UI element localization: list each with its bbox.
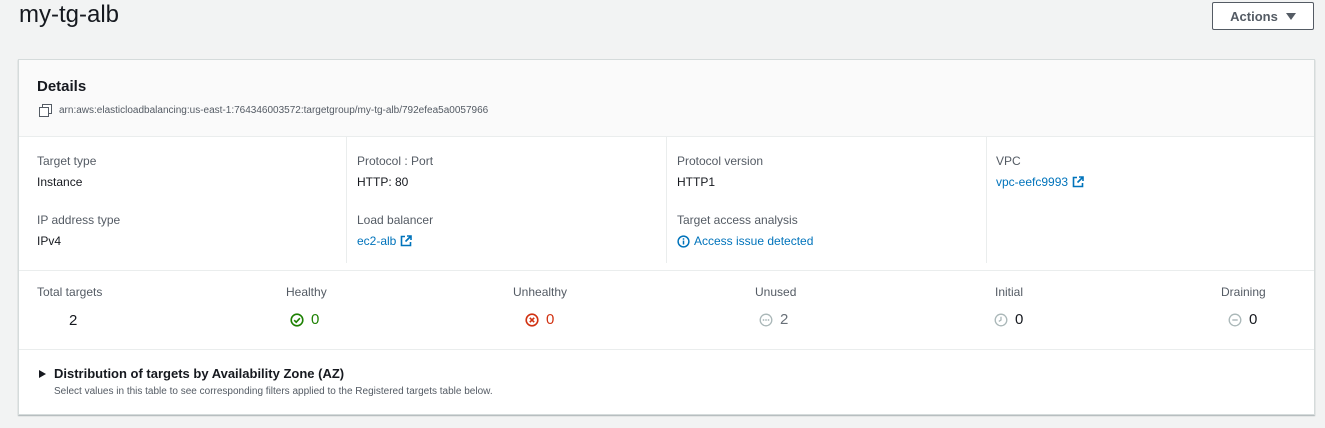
target-type-label: Target type bbox=[37, 154, 97, 168]
details-header: Details arn:aws:elasticloadbalancing:us-… bbox=[19, 60, 1314, 137]
total-targets-value: 2 bbox=[69, 312, 78, 329]
initial-value[interactable]: 0 bbox=[994, 311, 1023, 328]
minus-circle-icon bbox=[1228, 313, 1242, 326]
load-balancer-label: Load balancer bbox=[357, 213, 434, 227]
draining-count: 0 bbox=[1249, 311, 1258, 328]
unused-value[interactable]: 2 bbox=[759, 311, 788, 328]
external-link-icon bbox=[1072, 176, 1084, 188]
unhealthy-label: Unhealthy bbox=[513, 285, 568, 299]
unused-count: 2 bbox=[780, 311, 789, 328]
load-balancer-link[interactable]: ec2-alb bbox=[357, 234, 413, 248]
vpc-link[interactable]: vpc-eefc9993 bbox=[996, 175, 1084, 189]
initial-label: Initial bbox=[995, 285, 1024, 299]
healthy-value[interactable]: 0 bbox=[290, 311, 319, 328]
healthy-count: 0 bbox=[311, 311, 320, 328]
check-circle-icon bbox=[290, 312, 304, 327]
az-distribution-title: Distribution of targets by Availability … bbox=[54, 366, 345, 381]
target-access-analysis-label: Target access analysis bbox=[677, 213, 798, 227]
target-stats: Total targets 2 Healthy 0 Unhealthy 0 Un… bbox=[19, 272, 1314, 350]
ip-address-type-label: IP address type bbox=[37, 213, 121, 227]
unhealthy-count: 0 bbox=[546, 311, 555, 328]
details-panel: Details arn:aws:elasticloadbalancing:us-… bbox=[18, 59, 1315, 415]
access-issue-link[interactable]: Access issue detected bbox=[677, 234, 813, 248]
load-balancer-value: ec2-alb bbox=[357, 234, 397, 248]
x-circle-icon bbox=[525, 312, 539, 327]
az-distribution-toggle[interactable]: Distribution of targets by Availability … bbox=[39, 366, 344, 381]
caret-right-icon bbox=[39, 369, 46, 378]
protocol-version-value: HTTP1 bbox=[677, 175, 716, 189]
external-link-icon bbox=[401, 235, 413, 247]
unused-label: Unused bbox=[755, 285, 797, 299]
az-distribution-section: Distribution of targets by Availability … bbox=[19, 351, 1314, 415]
ip-address-type-value: IPv4 bbox=[37, 234, 62, 248]
info-icon bbox=[677, 234, 690, 248]
target-type-value: Instance bbox=[37, 175, 83, 189]
fields-column-2: Protocol : Port HTTP: 80 Load balancer e… bbox=[347, 137, 667, 263]
caret-down-icon bbox=[1285, 13, 1296, 20]
protocol-port-value: HTTP: 80 bbox=[357, 175, 409, 189]
protocol-port-label: Protocol : Port bbox=[357, 154, 434, 168]
az-distribution-description: Select values in this table to see corre… bbox=[54, 386, 493, 397]
draining-label: Draining bbox=[1221, 285, 1266, 299]
fields-column-4: VPC vpc-eefc9993 bbox=[987, 137, 1315, 263]
copy-icon[interactable] bbox=[39, 104, 52, 117]
details-fields: Target type Instance IP address type IPv… bbox=[19, 137, 1314, 271]
initial-count: 0 bbox=[1015, 311, 1024, 328]
vpc-value: vpc-eefc9993 bbox=[996, 175, 1069, 189]
arn-text: arn:aws:elasticloadbalancing:us-east-1:7… bbox=[59, 104, 489, 116]
access-issue-value: Access issue detected bbox=[694, 234, 814, 248]
draining-value[interactable]: 0 bbox=[1228, 311, 1257, 328]
ellipsis-circle-icon bbox=[759, 313, 773, 326]
unhealthy-value[interactable]: 0 bbox=[525, 311, 554, 328]
fields-column-3: Protocol version HTTP1 Target access ana… bbox=[667, 137, 987, 263]
protocol-version-label: Protocol version bbox=[677, 154, 764, 168]
page-title: my-tg-alb bbox=[19, 1, 120, 28]
clock-circle-icon bbox=[994, 313, 1008, 326]
fields-column-1: Target type Instance IP address type IPv… bbox=[19, 137, 347, 263]
total-targets-label: Total targets bbox=[37, 285, 103, 299]
arn-row: arn:aws:elasticloadbalancing:us-east-1:7… bbox=[39, 104, 489, 117]
healthy-label: Healthy bbox=[286, 285, 327, 299]
vpc-label: VPC bbox=[996, 154, 1021, 168]
actions-button-label: Actions bbox=[1230, 8, 1278, 24]
actions-button[interactable]: Actions bbox=[1212, 2, 1314, 30]
details-title: Details bbox=[37, 78, 87, 95]
